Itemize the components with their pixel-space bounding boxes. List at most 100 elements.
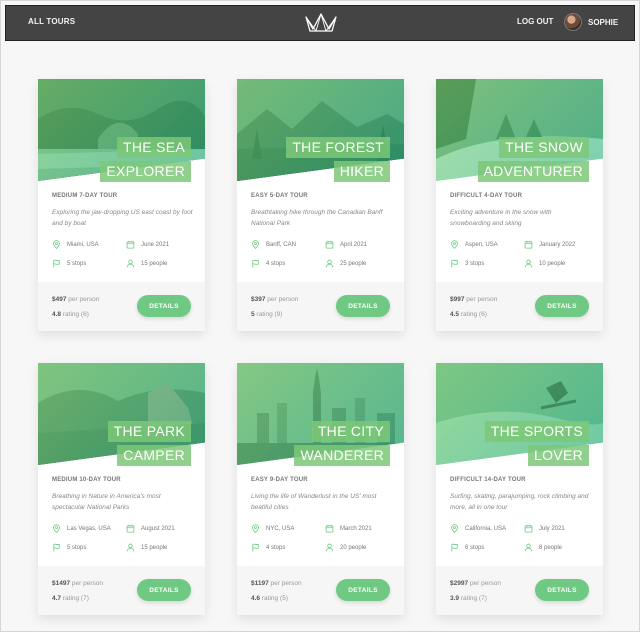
fact-people-text: 8 people	[539, 544, 563, 551]
card-details: EASY 9-DAY TOUR Living the life of Wande…	[251, 477, 393, 552]
user-icon	[325, 543, 334, 552]
fact-stops-text: 4 stops	[266, 260, 286, 267]
fact-people: 25 people	[325, 259, 393, 268]
rating-suffix: rating (6)	[61, 311, 89, 318]
fact-people-text: 20 people	[340, 544, 367, 551]
fact-location: Aspen, USA	[450, 240, 524, 249]
tour-title-line2: CAMPER	[117, 445, 191, 466]
fact-date-text: March 2021	[340, 525, 372, 532]
price-value: $1497	[52, 580, 71, 587]
tour-facts: Miami, USA June 2021 5 stops 15 people	[52, 240, 194, 268]
tour-difficulty: MEDIUM 7-DAY TOUR	[52, 193, 118, 199]
tour-price: $397 per person	[251, 296, 298, 303]
tour-title: THE FOREST HIKER	[286, 135, 390, 182]
fact-stops: 3 stops	[450, 259, 524, 268]
rating-suffix: rating (9)	[254, 311, 283, 318]
tour-price: $497 per person	[52, 296, 99, 303]
user-menu[interactable]: SOPHIE	[564, 13, 618, 31]
tour-difficulty: MEDIUM 10-DAY TOUR	[52, 477, 121, 483]
tour-title-line1: THE SNOW	[499, 137, 589, 158]
tour-title: THE CITY WANDERER	[294, 419, 390, 466]
tour-rating: 3.9 rating (7)	[450, 595, 487, 602]
fact-location-text: Las Vegas, USA	[67, 525, 111, 532]
avatar	[564, 13, 582, 31]
tour-difficulty: EASY 5-DAY TOUR	[251, 193, 308, 199]
top-nav: ALL TOURS LOG OUT SOPHIE	[5, 5, 635, 41]
calendar-icon	[126, 524, 135, 533]
user-icon	[126, 543, 135, 552]
price-suffix: per person	[70, 580, 103, 587]
flag-icon	[53, 259, 60, 268]
tour-title-line2: HIKER	[333, 161, 390, 182]
details-button[interactable]: DETAILS	[137, 579, 191, 601]
user-icon	[524, 543, 533, 552]
fact-stops: 4 stops	[251, 543, 325, 552]
tour-price: $2997 per person	[450, 580, 501, 587]
fact-location-text: Banff, CAN	[266, 241, 296, 248]
rating-value: 4.7	[52, 595, 62, 602]
rating-suffix: rating (5)	[260, 595, 288, 602]
card-details: DIFFICULT 14-DAY TOUR Surfing, skating, …	[450, 477, 592, 552]
details-button[interactable]: DETAILS	[336, 295, 390, 317]
tour-rating: 4.6 rating (5)	[251, 595, 288, 602]
tour-price: $1497 per person	[52, 580, 103, 587]
tour-facts: Banff, CAN April 2021 4 stops 25 people	[251, 240, 393, 268]
tour-title: THE SPORTS LOVER	[484, 419, 589, 466]
fact-location-text: Aspen, USA	[465, 241, 498, 248]
fact-people-text: 10 people	[539, 260, 566, 267]
card-footer: $2997 per person 3.9 rating (7) DETAILS	[436, 566, 603, 615]
fact-people-text: 25 people	[340, 260, 367, 267]
card-details: MEDIUM 10-DAY TOUR Breathing in Nature i…	[52, 477, 194, 552]
user-icon	[325, 259, 334, 268]
flag-icon	[252, 259, 259, 268]
price-value: $997	[450, 296, 465, 303]
fact-location: Miami, USA	[52, 240, 126, 249]
user-icon	[524, 259, 533, 268]
rating-suffix: rating (7)	[61, 595, 89, 602]
fact-stops-text: 3 stops	[465, 260, 485, 267]
user-name: SOPHIE	[588, 17, 619, 27]
card-footer: $1197 per person 4.6 rating (5) DETAILS	[237, 566, 404, 615]
details-button[interactable]: DETAILS	[535, 295, 589, 317]
map-pin-icon	[451, 240, 458, 249]
fact-stops: 5 stops	[52, 543, 126, 552]
fact-date: January 2022	[524, 240, 592, 249]
fact-location-text: California, USA	[465, 525, 507, 532]
tour-card: THE SNOW ADVENTURER DIFFICULT 4-DAY TOUR…	[436, 79, 603, 331]
tour-facts: California, USA July 2021 6 stops 8 peop…	[450, 524, 592, 552]
tour-title-line2: ADVENTURER	[477, 161, 589, 182]
tour-title: THE SEA EXPLORER	[100, 135, 191, 182]
fact-location: Las Vegas, USA	[52, 524, 126, 533]
card-footer: $497 per person 4.8 rating (6) DETAILS	[38, 282, 205, 331]
fact-people-text: 15 people	[141, 544, 168, 551]
tour-card: THE FOREST HIKER EASY 5-DAY TOUR Breatht…	[237, 79, 404, 331]
tour-difficulty: DIFFICULT 14-DAY TOUR	[450, 477, 526, 483]
tour-summary: Exploring the jaw-dropping US east coast…	[52, 209, 193, 227]
tour-difficulty: EASY 9-DAY TOUR	[251, 477, 308, 483]
flag-icon	[53, 543, 60, 552]
card-details: DIFFICULT 4-DAY TOUR Exciting adventure …	[450, 193, 592, 268]
all-tours-link[interactable]: ALL TOURS	[28, 17, 75, 26]
calendar-icon	[524, 240, 533, 249]
flag-icon	[451, 543, 458, 552]
fact-stops-text: 6 stops	[465, 544, 485, 551]
logout-link[interactable]: LOG OUT	[517, 17, 553, 26]
fact-stops: 5 stops	[52, 259, 126, 268]
tour-title-line1: THE SPORTS	[484, 421, 589, 442]
fact-date: July 2021	[524, 524, 592, 533]
card-details: EASY 5-DAY TOUR Breathtaking hike throug…	[251, 193, 393, 268]
map-pin-icon	[252, 524, 259, 533]
details-button[interactable]: DETAILS	[137, 295, 191, 317]
tour-title-line1: THE SEA	[116, 137, 191, 158]
details-button[interactable]: DETAILS	[535, 579, 589, 601]
tour-title-line1: THE CITY	[311, 421, 390, 442]
map-pin-icon	[451, 524, 458, 533]
rating-suffix: rating (7)	[459, 595, 487, 602]
calendar-icon	[325, 240, 334, 249]
user-icon	[126, 259, 135, 268]
tour-difficulty: DIFFICULT 4-DAY TOUR	[450, 193, 523, 199]
fact-stops-text: 4 stops	[266, 544, 286, 551]
details-button[interactable]: DETAILS	[336, 579, 390, 601]
crown-logo-icon[interactable]	[304, 11, 338, 35]
tour-facts: NYC, USA March 2021 4 stops 20 people	[251, 524, 393, 552]
